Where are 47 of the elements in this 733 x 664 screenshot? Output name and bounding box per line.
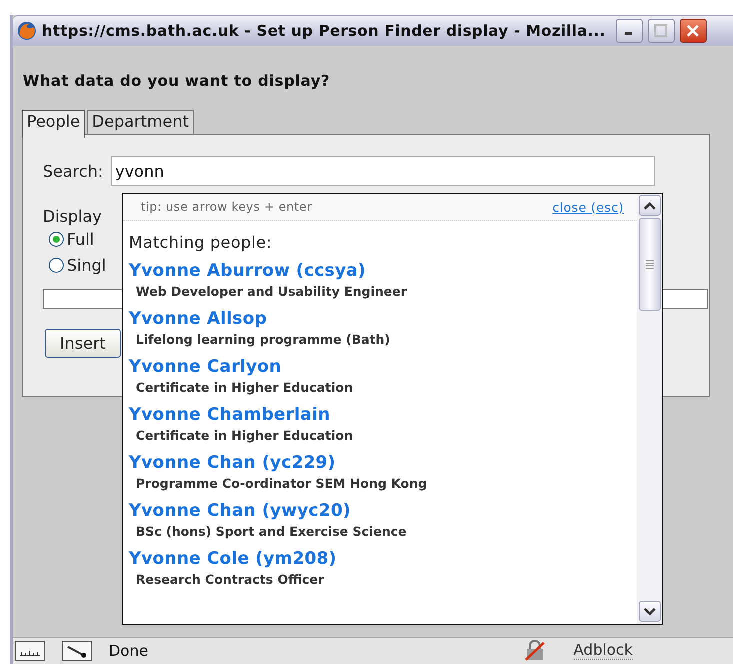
close-button[interactable] xyxy=(680,19,707,43)
close-link[interactable]: close (esc) xyxy=(552,200,624,214)
maximize-icon xyxy=(654,24,668,38)
radio-button[interactable] xyxy=(49,232,64,247)
radio-label: Singl xyxy=(67,256,106,275)
radio-label: Full xyxy=(67,230,94,249)
person-role: Research Contracts Officer xyxy=(135,571,326,589)
close-icon xyxy=(686,24,700,38)
person-role: BSc (hons) Sport and Exercise Science xyxy=(135,523,408,541)
grip-icon xyxy=(646,260,654,269)
person-name[interactable]: Yvonne Chan (yc229) xyxy=(129,452,336,474)
chevron-down-icon xyxy=(644,608,656,616)
person-name[interactable]: Yvonne Chamberlain xyxy=(129,404,330,426)
person-name[interactable]: Yvonne Aburrow (ccsya) xyxy=(129,260,366,282)
maximize-button[interactable] xyxy=(648,19,675,43)
tip-text: tip: use arrow keys + enter xyxy=(141,200,312,214)
status-button[interactable] xyxy=(15,641,45,661)
person-role: Programme Co-ordinator SEM Hong Kong xyxy=(135,475,428,493)
person-role: Web Developer and Usability Engineer xyxy=(135,283,408,301)
scroll-up-button[interactable] xyxy=(638,195,660,216)
tab[interactable]: People xyxy=(22,110,86,138)
scroll-down-button[interactable] xyxy=(638,601,660,622)
lock-icon[interactable] xyxy=(524,640,546,662)
person-role: Certificate in Higher Education xyxy=(135,427,354,445)
radio-button[interactable] xyxy=(49,258,64,273)
minimize-button[interactable] xyxy=(616,19,643,43)
status-button[interactable] xyxy=(62,641,92,661)
window-title: https://cms.bath.ac.uk - Set up Person Finder display - Mozilla... xyxy=(42,22,606,40)
person-name[interactable]: Yvonne Chan (ywyc20) xyxy=(129,500,351,522)
pen-icon xyxy=(66,644,88,658)
insert-button[interactable]: Insert xyxy=(45,329,121,358)
chevron-up-icon xyxy=(644,202,656,210)
person-role: Certificate in Higher Education xyxy=(135,379,354,397)
person-name[interactable]: Yvonne Cole (ym208) xyxy=(129,548,337,570)
search-label: Search: xyxy=(43,162,104,180)
adblock-link[interactable]: Adblock xyxy=(574,642,633,660)
list-heading: Matching people: xyxy=(129,233,274,252)
dialog-heading: What data do you want to display? xyxy=(23,71,332,91)
scrollbar-thumb[interactable] xyxy=(638,218,660,311)
tab[interactable]: Department xyxy=(87,110,194,134)
display-label: Display xyxy=(43,207,102,226)
person-name[interactable]: Yvonne Allsop xyxy=(129,308,268,330)
status-text: Done xyxy=(109,642,150,660)
person-role: Lifelong learning programme (Bath) xyxy=(135,331,392,349)
search-field[interactable]: yvonn xyxy=(111,156,656,186)
logo-icon xyxy=(17,21,37,41)
person-name[interactable]: Yvonne Carlyon xyxy=(129,356,282,378)
